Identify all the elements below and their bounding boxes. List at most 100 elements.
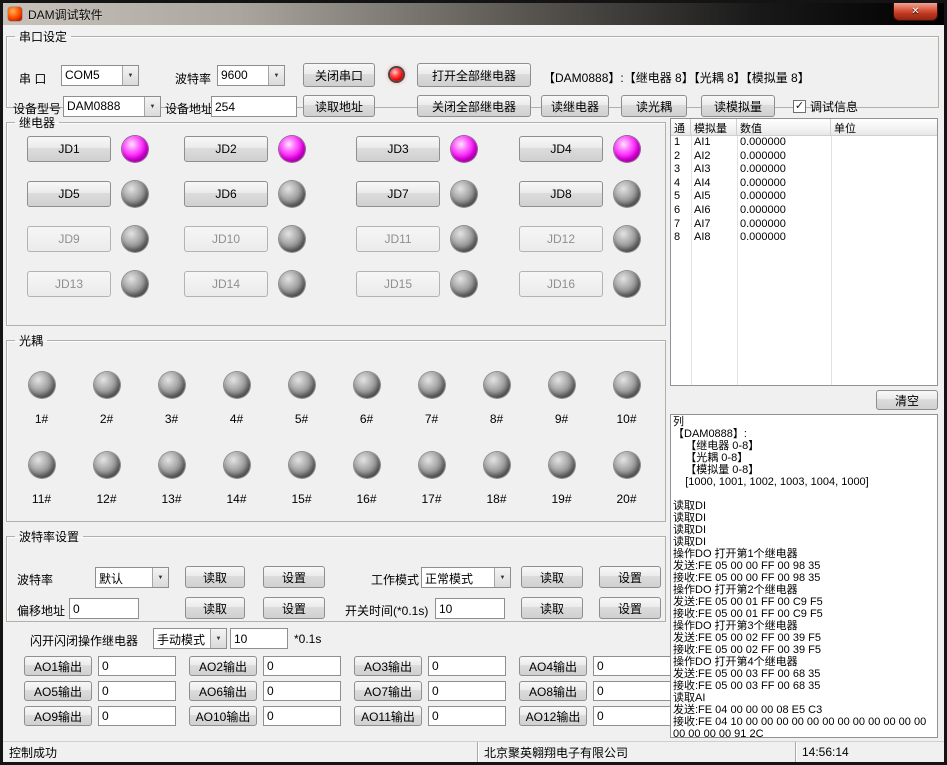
relay-jd6-button[interactable]: JD6	[184, 181, 268, 207]
flash-time-input[interactable]	[230, 628, 288, 649]
app-window: DAM调试软件 ✕ 串口设定 串 口 COM5 ▼ 波特率 9600 ▼ 关闭串…	[0, 0, 947, 765]
offset-read-button[interactable]: 读取	[185, 597, 245, 619]
baud-set-button[interactable]: 设置	[263, 566, 325, 588]
relay-jd15-indicator	[451, 271, 477, 297]
relay-jd12-button[interactable]: JD12	[519, 226, 603, 252]
opto-3-indicator	[159, 372, 185, 398]
opto-cell: 4#	[204, 358, 269, 426]
switch-set-button[interactable]: 设置	[599, 597, 661, 619]
opto-1-label: 1#	[35, 412, 48, 426]
opto-20-label: 20#	[616, 492, 636, 506]
relay-jd13-button[interactable]: JD13	[27, 271, 111, 297]
relay-jd1-button[interactable]: JD1	[27, 136, 111, 162]
debug-info-checkbox[interactable]: ✓ 调试信息	[793, 98, 858, 115]
log-output[interactable]: 列 【DAM0888】: 【继电器 0-8】 【光耦 0-8】 【模拟量 0-8…	[670, 414, 938, 738]
col-value[interactable]: 数值	[737, 119, 831, 135]
port-label: 串 口	[19, 70, 46, 87]
relay-jd16-button[interactable]: JD16	[519, 271, 603, 297]
opto-9-label: 9#	[555, 412, 568, 426]
ao1-output-button[interactable]: AO1输出	[24, 656, 92, 676]
opto-11-label: 11#	[32, 492, 51, 506]
switch-time-input[interactable]	[435, 598, 505, 619]
cell-value: 0.000000	[737, 218, 831, 232]
offset-address-input[interactable]	[69, 598, 139, 619]
cell-name: AI6	[691, 204, 737, 218]
ao2-output-button[interactable]: AO2输出	[189, 656, 257, 676]
ao7-output-button[interactable]: AO7输出	[354, 681, 422, 701]
ao1-value-input[interactable]	[98, 656, 176, 676]
ao-cell: AO2输出	[189, 656, 341, 676]
ao4-output-button[interactable]: AO4输出	[519, 656, 587, 676]
cell-channel: 7	[671, 218, 691, 232]
clear-button[interactable]: 清空	[876, 390, 938, 410]
col-unit[interactable]: 单位	[831, 119, 937, 135]
ao-cell: AO7输出	[354, 681, 506, 701]
relay-jd10-button[interactable]: JD10	[184, 226, 268, 252]
ao11-output-button[interactable]: AO11输出	[354, 706, 422, 726]
close-icon: ✕	[911, 6, 919, 17]
flash-mode-select[interactable]: 手动模式 ▼	[153, 628, 227, 649]
relay-jd15-button[interactable]: JD15	[356, 271, 440, 297]
relay-jd8-button[interactable]: JD8	[519, 181, 603, 207]
baud-rate-select[interactable]: 9600 ▼	[217, 65, 285, 86]
analog-table-body: 1AI10.000000 2AI20.000000 3AI30.000000 4…	[671, 136, 937, 385]
baud-default-select[interactable]: 默认 ▼	[95, 567, 169, 588]
cell-unit	[831, 190, 937, 204]
ao3-output-button[interactable]: AO3输出	[354, 656, 422, 676]
ao10-output-button[interactable]: AO10输出	[189, 706, 257, 726]
analog-row: 7AI70.000000	[671, 218, 937, 232]
relay-jd7-button[interactable]: JD7	[356, 181, 440, 207]
ao10-value-input[interactable]	[263, 706, 341, 726]
relay-jd14-button[interactable]: JD14	[184, 271, 268, 297]
cell-unit	[831, 136, 937, 150]
relay-jd3-button[interactable]: JD3	[356, 136, 440, 162]
statusbar-company-panel: 北京聚英翱翔电子有限公司	[477, 742, 795, 762]
ao9-output-button[interactable]: AO9输出	[24, 706, 92, 726]
ao2-value-input[interactable]	[263, 656, 341, 676]
relay-jd8-indicator	[614, 181, 640, 207]
ao6-value-input[interactable]	[263, 681, 341, 701]
relay-jd2-button[interactable]: JD2	[184, 136, 268, 162]
company-text: 北京聚英翱翔电子有限公司	[484, 744, 628, 761]
relay-cell: JD5	[27, 181, 184, 207]
relay-jd5-button[interactable]: JD5	[27, 181, 111, 207]
baud-read-button[interactable]: 读取	[185, 566, 245, 588]
ao-cell: AO10输出	[189, 706, 341, 726]
col-channel[interactable]: 通	[671, 119, 691, 135]
switch-read-button[interactable]: 读取	[521, 597, 583, 619]
relay-cell: JD3	[356, 136, 519, 162]
work-mode-select[interactable]: 正常模式 ▼	[421, 567, 511, 588]
ao12-output-button[interactable]: AO12输出	[519, 706, 587, 726]
opto-10-label: 10#	[616, 412, 636, 426]
offset-set-button[interactable]: 设置	[263, 597, 325, 619]
relay-jd11-button[interactable]: JD11	[356, 226, 440, 252]
analog-row: 1AI10.000000	[671, 136, 937, 150]
relay-jd9-indicator	[122, 226, 148, 252]
ao8-value-input[interactable]	[593, 681, 671, 701]
relay-jd9-button[interactable]: JD9	[27, 226, 111, 252]
cell-unit	[831, 150, 937, 164]
mode-set-button[interactable]: 设置	[599, 566, 661, 588]
switch-time-label: 开关时间(*0.1s)	[345, 602, 428, 619]
cell-unit	[831, 177, 937, 191]
ao9-value-input[interactable]	[98, 706, 176, 726]
cell-unit	[831, 231, 937, 245]
col-analog[interactable]: 模拟量	[691, 119, 737, 135]
ao6-output-button[interactable]: AO6输出	[189, 681, 257, 701]
ao3-value-input[interactable]	[428, 656, 506, 676]
ao11-value-input[interactable]	[428, 706, 506, 726]
close-button[interactable]: ✕	[893, 3, 938, 21]
read-analog-button[interactable]: 读模拟量	[701, 95, 775, 117]
relay-cell: JD11	[356, 226, 519, 252]
relay-jd4-button[interactable]: JD4	[519, 136, 603, 162]
mode-read-button[interactable]: 读取	[521, 566, 583, 588]
ao4-value-input[interactable]	[593, 656, 671, 676]
open-all-relays-button[interactable]: 打开全部继电器	[417, 63, 531, 87]
com-port-select[interactable]: COM5 ▼	[61, 65, 139, 86]
ao12-value-input[interactable]	[593, 706, 671, 726]
ao7-value-input[interactable]	[428, 681, 506, 701]
ao5-value-input[interactable]	[98, 681, 176, 701]
ao8-output-button[interactable]: AO8输出	[519, 681, 587, 701]
ao5-output-button[interactable]: AO5输出	[24, 681, 92, 701]
close-serial-button[interactable]: 关闭串口	[303, 63, 375, 87]
